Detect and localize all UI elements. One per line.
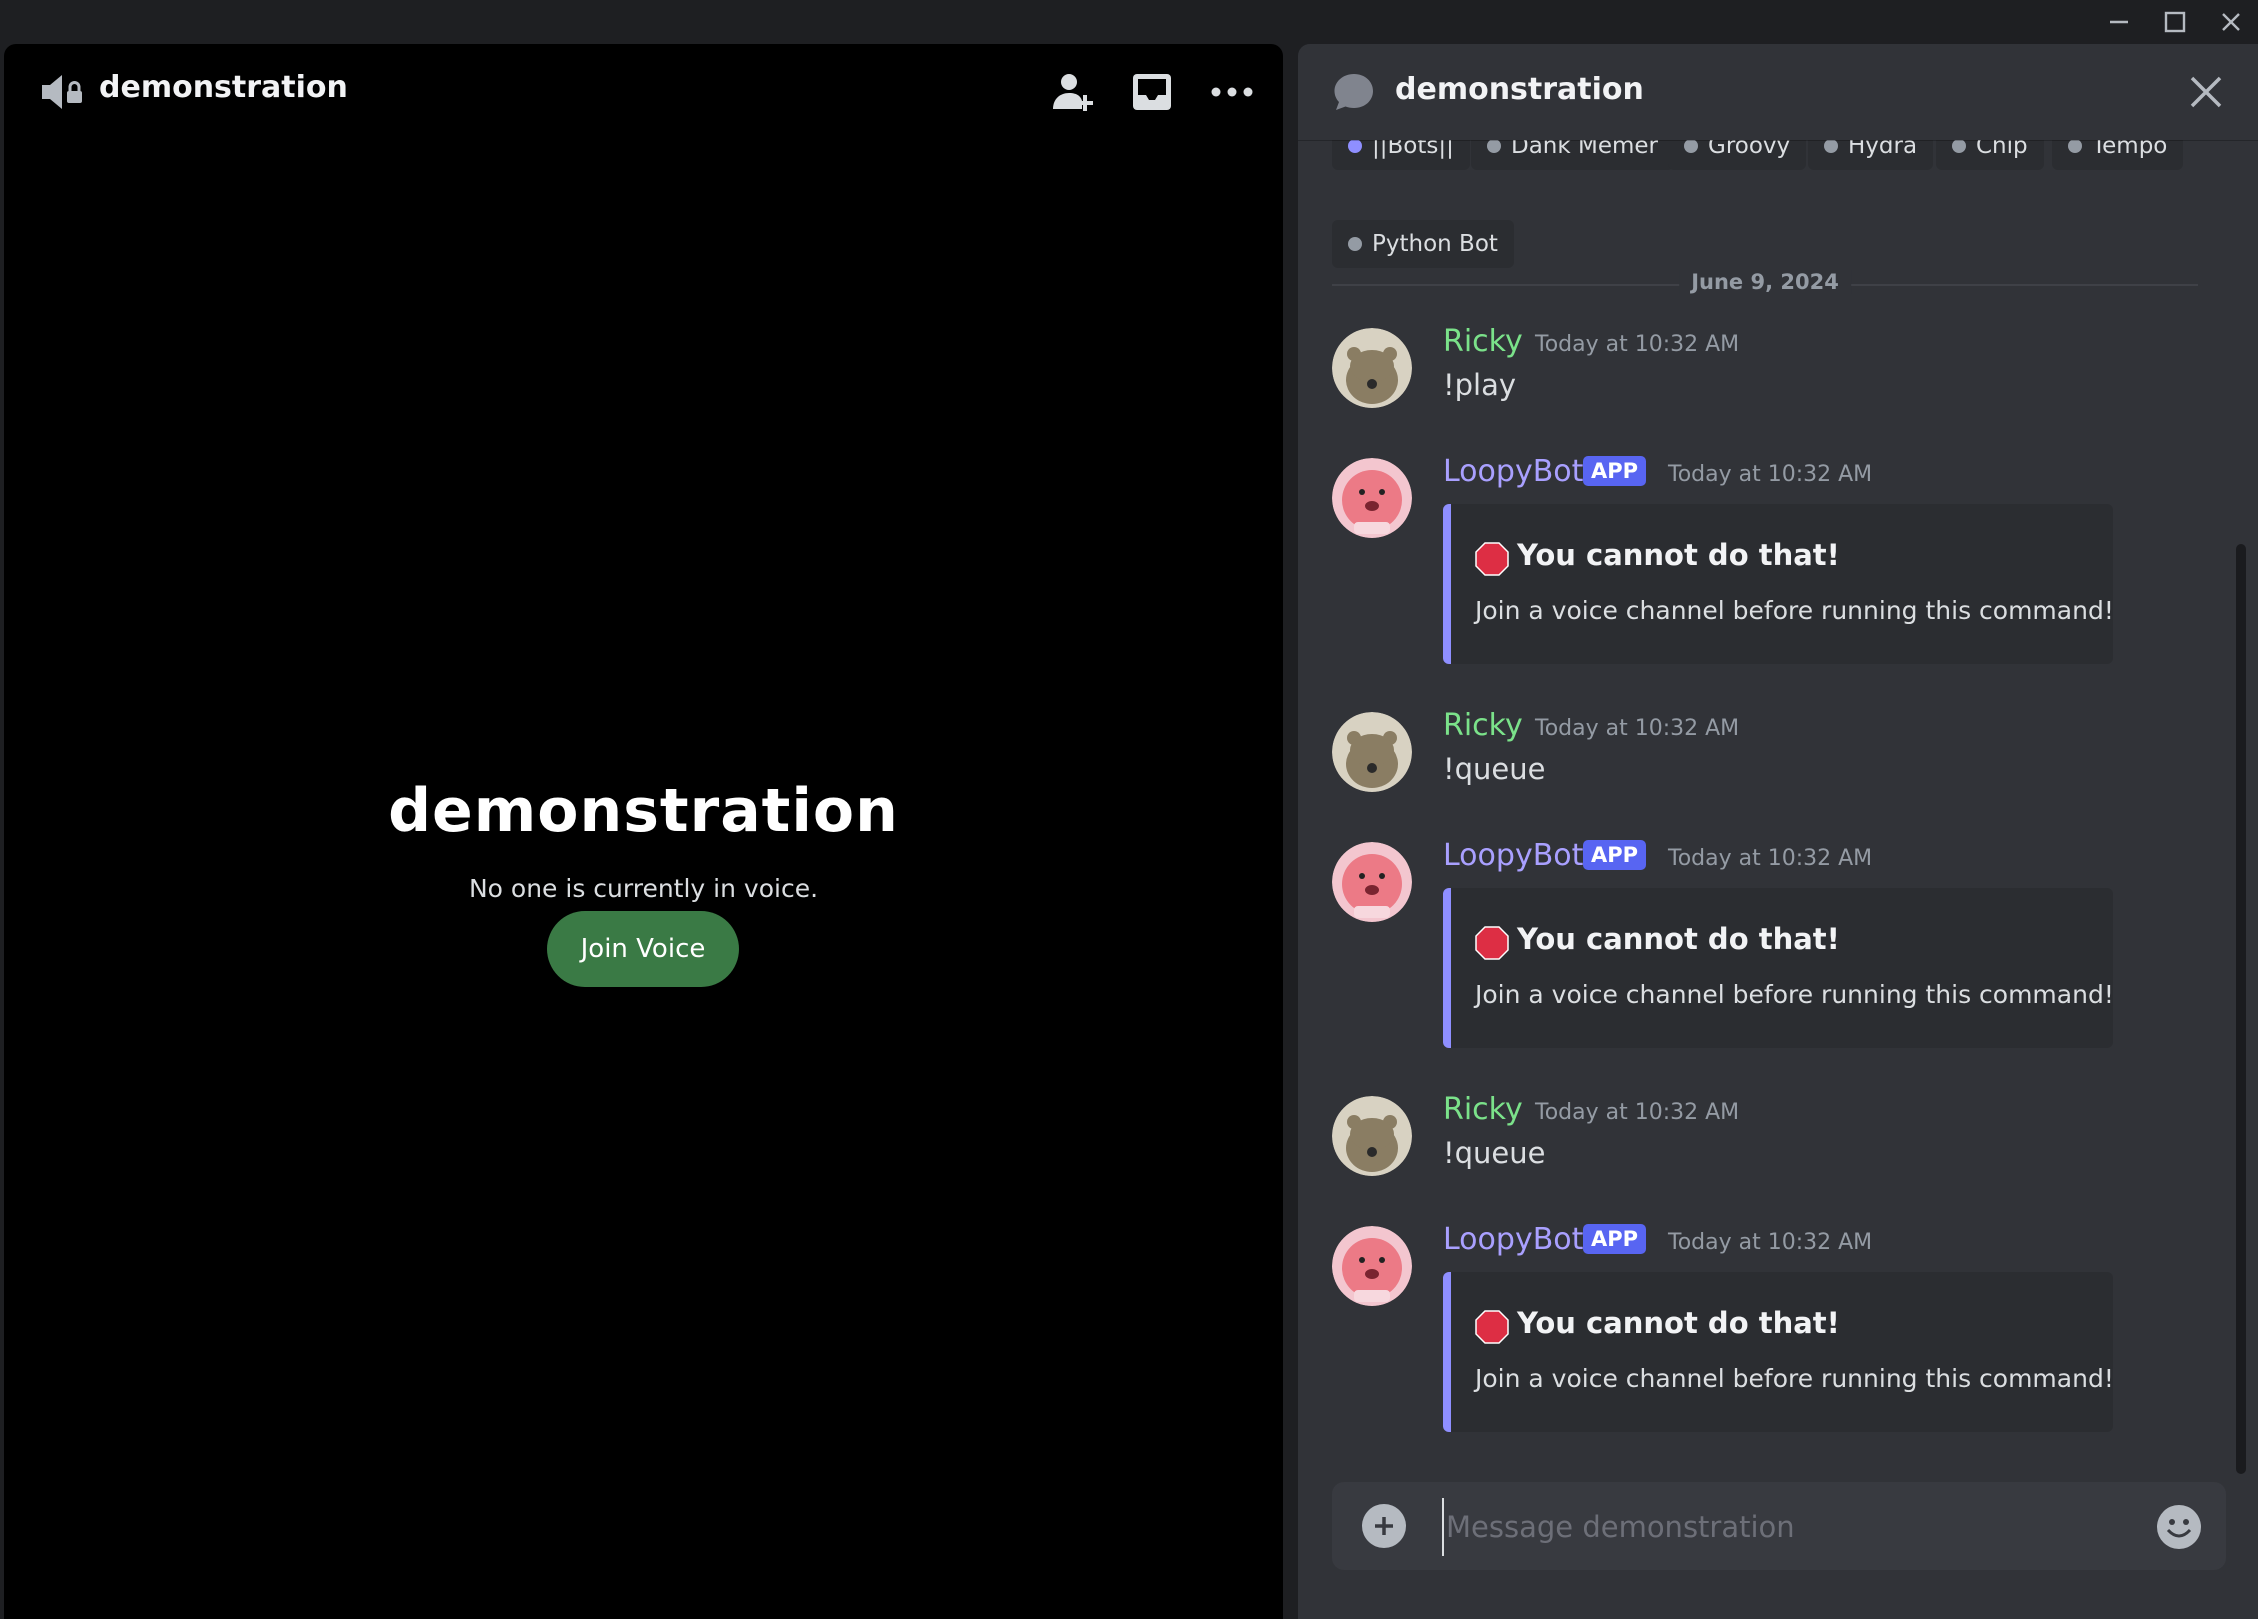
message-input[interactable] bbox=[1442, 1498, 2138, 1556]
app-badge: APP bbox=[1583, 1224, 1647, 1254]
voice-panel: demonstration demonstration No one is cu… bbox=[4, 44, 1283, 1619]
voice-channel-locked-icon bbox=[42, 75, 82, 109]
attach-button[interactable] bbox=[1362, 1504, 1406, 1548]
tag-dot bbox=[1684, 139, 1698, 153]
avatar[interactable] bbox=[1332, 842, 1412, 922]
date-divider-label: June 9, 2024 bbox=[1679, 270, 1851, 294]
stop-sign-icon bbox=[1475, 926, 1509, 960]
message-author[interactable]: Ricky bbox=[1443, 1092, 1523, 1127]
add-user-icon bbox=[1053, 74, 1093, 111]
embed: You cannot do that! Join a voice channel… bbox=[1443, 504, 2114, 664]
avatar[interactable] bbox=[1332, 1226, 1412, 1306]
message-timestamp: Today at 10:32 AM bbox=[1535, 1100, 1740, 1125]
embed-description: Join a voice channel before running this… bbox=[1475, 596, 2114, 625]
tag-dot bbox=[2068, 139, 2082, 153]
close-window-button[interactable] bbox=[2198, 0, 2258, 44]
emoji-icon[interactable] bbox=[2156, 1504, 2202, 1550]
voice-status-text: No one is currently in voice. bbox=[468, 874, 819, 903]
tag-label: Python Bot bbox=[1372, 231, 1498, 257]
embed-description: Join a voice channel before running this… bbox=[1475, 980, 2114, 1009]
more-icon bbox=[1211, 87, 1253, 97]
embed-title: You cannot do that! bbox=[1517, 538, 1840, 572]
chat-channel-name: demonstration bbox=[1395, 72, 1644, 107]
stop-sign-icon bbox=[1475, 542, 1509, 576]
app-badge: APP bbox=[1583, 840, 1647, 870]
voice-header: demonstration bbox=[4, 44, 1283, 140]
tag-dot bbox=[1952, 139, 1966, 153]
tag-python-bot[interactable]: Python Bot bbox=[1332, 220, 1514, 268]
message-timestamp: Today at 10:32 AM bbox=[1535, 332, 1740, 357]
message-author[interactable]: LoopyBot bbox=[1443, 838, 1583, 873]
avatar[interactable] bbox=[1332, 458, 1412, 538]
tag-dot bbox=[1348, 139, 1362, 153]
embed-title: You cannot do that! bbox=[1517, 922, 1840, 956]
chat-scrollbar[interactable] bbox=[2236, 544, 2246, 1474]
maximize-icon bbox=[2164, 11, 2186, 33]
voice-channel-name: demonstration bbox=[99, 70, 348, 105]
tag-dot bbox=[1824, 139, 1838, 153]
app-badge: APP bbox=[1583, 456, 1647, 486]
minimize-icon bbox=[2110, 20, 2128, 24]
invite-button[interactable] bbox=[1044, 64, 1100, 120]
stop-sign-icon bbox=[1475, 1310, 1509, 1344]
close-icon bbox=[2190, 76, 2222, 108]
message-composer bbox=[1332, 1482, 2226, 1570]
close-icon bbox=[2222, 13, 2240, 31]
message-timestamp: Today at 10:32 AM bbox=[1535, 716, 1740, 741]
voice-channel-heading: demonstration bbox=[388, 776, 899, 846]
embed-title: You cannot do that! bbox=[1517, 1306, 1840, 1340]
inbox-button[interactable] bbox=[1124, 64, 1180, 120]
more-options-button[interactable] bbox=[1204, 64, 1260, 120]
message-timestamp: Today at 10:32 AM bbox=[1668, 846, 1873, 871]
inbox-icon bbox=[1133, 74, 1171, 110]
tag-dot bbox=[1348, 237, 1362, 251]
chat-panel: demonstration ||Bots|| Dank Memer Groovy… bbox=[1298, 44, 2258, 1619]
message-author[interactable]: Ricky bbox=[1443, 324, 1523, 359]
embed: You cannot do that! Join a voice channel… bbox=[1443, 888, 2114, 1048]
message-content: !queue bbox=[1443, 752, 1546, 786]
plus-icon bbox=[1375, 1517, 1393, 1535]
message-author[interactable]: LoopyBot bbox=[1443, 454, 1583, 489]
message-timestamp: Today at 10:32 AM bbox=[1668, 462, 1873, 487]
window-titlebar bbox=[0, 0, 2258, 44]
avatar[interactable] bbox=[1332, 712, 1412, 792]
join-voice-button[interactable]: Join Voice bbox=[547, 911, 739, 987]
date-divider: June 9, 2024 bbox=[1332, 270, 2198, 294]
message-author[interactable]: Ricky bbox=[1443, 708, 1523, 743]
chat-header: demonstration bbox=[1298, 44, 2258, 140]
message-author[interactable]: LoopyBot bbox=[1443, 1222, 1583, 1257]
embed: You cannot do that! Join a voice channel… bbox=[1443, 1272, 2114, 1432]
message-content: !play bbox=[1443, 368, 1517, 402]
chat-bubble-icon bbox=[1334, 74, 1373, 110]
avatar[interactable] bbox=[1332, 1096, 1412, 1176]
embed-description: Join a voice channel before running this… bbox=[1475, 1364, 2114, 1393]
avatar[interactable] bbox=[1332, 328, 1412, 408]
tag-dot bbox=[1487, 139, 1501, 153]
message-timestamp: Today at 10:32 AM bbox=[1668, 1230, 1873, 1255]
close-chat-button[interactable] bbox=[2180, 66, 2232, 118]
message-content: !queue bbox=[1443, 1136, 1546, 1170]
